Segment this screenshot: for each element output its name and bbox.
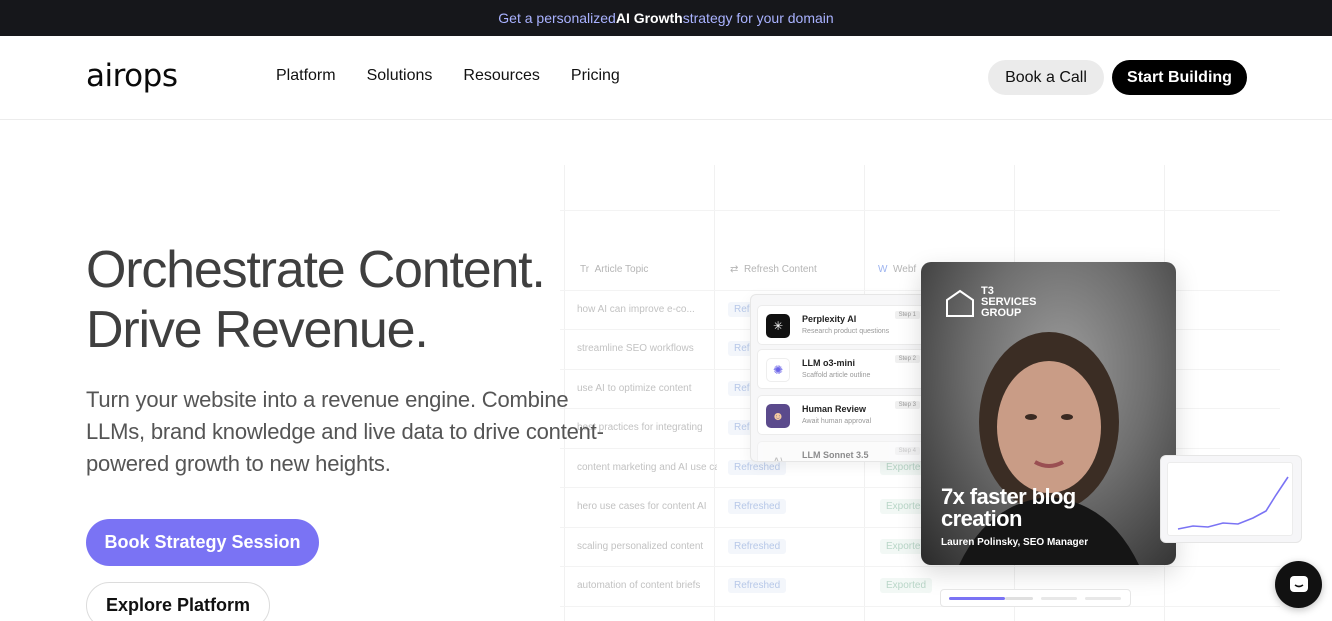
refresh-icon: ⇄ xyxy=(730,264,739,275)
site-header: airops Platform Solutions Resources Pric… xyxy=(0,36,1332,120)
step-name: LLM Sonnet 3.5 xyxy=(802,450,869,460)
book-strategy-button[interactable]: Book Strategy Session xyxy=(86,519,319,566)
house-logo-icon xyxy=(946,289,974,317)
step-name: LLM o3-mini xyxy=(802,358,855,368)
column-header-refresh: ⇄ Refresh Content xyxy=(730,264,817,275)
step-tag: Step 1 xyxy=(894,311,920,319)
indicator-active[interactable] xyxy=(949,597,1005,600)
refresh-status: Refreshed xyxy=(728,460,787,475)
step-tag: Step 4 xyxy=(894,447,920,455)
testimonial-card[interactable]: T3 SERVICES GROUP 7x faster blog creatio… xyxy=(921,262,1176,565)
main-nav: Platform Solutions Resources Pricing xyxy=(276,67,620,85)
growth-chart-card xyxy=(1160,455,1302,543)
start-building-button[interactable]: Start Building xyxy=(1112,60,1247,95)
refresh-status: Refreshed xyxy=(728,578,787,593)
step-name: Human Review xyxy=(802,404,867,414)
table-row: automation of content briefs xyxy=(577,580,701,591)
avatar-icon: ☻ xyxy=(766,404,790,428)
step-desc: Research product questions xyxy=(802,328,890,335)
banner-text-bold: AI Growth xyxy=(615,10,683,26)
export-status: Exported xyxy=(880,578,933,593)
workflow-step: ✺ LLM o3-mini Scaffold article outline S… xyxy=(757,349,927,389)
chat-launcher-button[interactable] xyxy=(1275,561,1322,608)
growth-line-chart xyxy=(1177,476,1289,530)
perplexity-icon: ✳ xyxy=(766,314,790,338)
nav-resources[interactable]: Resources xyxy=(463,67,539,85)
explore-platform-button[interactable]: Explore Platform xyxy=(86,582,270,621)
refresh-status: Refreshed xyxy=(728,539,787,554)
hero-subtitle: Turn your website into a revenue engine.… xyxy=(86,387,604,476)
book-call-button[interactable]: Book a Call xyxy=(988,60,1104,95)
indicator-inactive[interactable] xyxy=(1041,597,1077,600)
indicator-inactive[interactable] xyxy=(1005,597,1033,600)
testimonial-headline: 7x faster blog creation xyxy=(941,484,1076,531)
nav-pricing[interactable]: Pricing xyxy=(571,67,620,85)
step-tag: Step 3 xyxy=(894,401,920,409)
table-row: scaling personalized content xyxy=(577,541,704,552)
workflow-step: ☻ Human Review Await human approval Step… xyxy=(757,395,927,435)
t3-services-logo: T3 SERVICES GROUP xyxy=(945,286,1036,319)
workflow-step: A\ LLM Sonnet 3.5 Step 4 xyxy=(757,441,927,462)
webflow-icon: W xyxy=(878,264,888,275)
carousel-indicator[interactable] xyxy=(940,589,1131,607)
column-label: Webf xyxy=(893,264,917,275)
testimonial-author: Lauren Polinsky, SEO Manager xyxy=(941,537,1089,548)
indicator-inactive[interactable] xyxy=(1085,597,1121,600)
promo-banner[interactable]: Get a personalized AI Growth strategy fo… xyxy=(0,0,1332,36)
step-name: Perplexity AI xyxy=(802,314,857,324)
step-desc: Scaffold article outline xyxy=(802,372,871,379)
refresh-status: Refreshed xyxy=(728,499,787,514)
step-desc: Await human approval xyxy=(802,418,872,425)
banner-text-pre: Get a personalized xyxy=(498,10,616,26)
anthropic-icon: A\ xyxy=(772,455,784,462)
workflow-steps-card: ✳ Perplexity AI Research product questio… xyxy=(750,294,934,462)
table-row: hero use cases for content AI xyxy=(577,501,707,512)
banner-text-post: strategy for your domain xyxy=(682,10,834,26)
column-label: Refresh Content xyxy=(743,264,817,275)
step-tag: Step 2 xyxy=(894,355,920,363)
hero-title-line1: Orchestrate Content. xyxy=(86,241,546,299)
hero-title-line2: Drive Revenue. xyxy=(86,301,429,359)
workflow-step: ✳ Perplexity AI Research product questio… xyxy=(757,305,927,345)
chat-icon xyxy=(1289,575,1308,592)
hero-title: Orchestrate Content. Drive Revenue. xyxy=(86,240,626,360)
logo-text: T3 SERVICES GROUP xyxy=(981,285,1037,319)
column-header-webflow: W Webf xyxy=(878,264,916,275)
nav-platform[interactable]: Platform xyxy=(276,67,336,85)
openai-icon: ✺ xyxy=(766,358,790,382)
airops-logo[interactable]: airops xyxy=(86,58,178,94)
nav-solutions[interactable]: Solutions xyxy=(367,67,433,85)
